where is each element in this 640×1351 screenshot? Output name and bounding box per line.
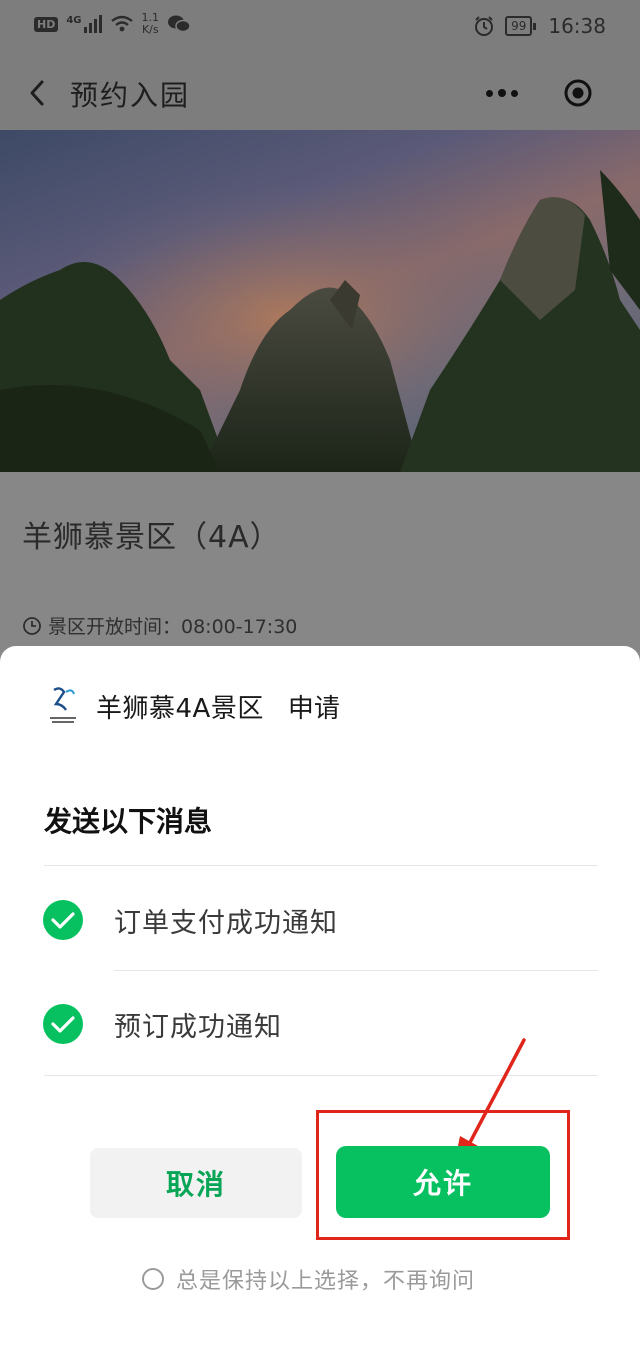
check-circle-icon[interactable]: [42, 1003, 84, 1045]
nav-bar: 预约入园: [0, 56, 640, 130]
scenic-banner-image: [0, 130, 640, 472]
page-body: 羊狮慕景区（4A） 景区开放时间：08:00-17:30: [0, 472, 640, 651]
radio-icon[interactable]: [142, 1268, 164, 1290]
scenic-title: 羊狮慕景区（4A）: [22, 520, 281, 555]
message-label: 预订成功通知: [114, 1011, 282, 1043]
message-option-payment[interactable]: 订单支付成功通知: [42, 899, 338, 941]
check-circle-icon[interactable]: [42, 899, 84, 941]
page-title: 预约入园: [70, 79, 191, 112]
hd-badge: HD: [34, 16, 59, 32]
clock-icon: [23, 616, 41, 635]
mountain-landscape: [0, 130, 640, 472]
status-left: HD 4G 1.1 K/s: [34, 12, 191, 36]
more-icon[interactable]: [464, 70, 540, 116]
app-name: 羊狮慕4A景区: [96, 693, 264, 724]
app-action: 申请: [287, 693, 340, 724]
message-label: 订单支付成功通知: [114, 907, 338, 939]
clock-time: 16:38: [548, 14, 606, 38]
back-icon[interactable]: [24, 76, 52, 110]
network-type: 4G: [66, 14, 82, 26]
sheet-header: 羊狮慕4A景区 申请: [44, 682, 340, 730]
wifi-icon: [110, 15, 133, 32]
divider: [114, 970, 598, 971]
divider: [44, 865, 598, 866]
wechat-icon: [168, 15, 191, 33]
network-speed: 1.1 K/s: [142, 12, 160, 36]
cancel-button[interactable]: 取消: [90, 1148, 302, 1218]
send-messages-title: 发送以下消息: [44, 805, 213, 838]
message-option-booking[interactable]: 预订成功通知: [42, 1003, 282, 1045]
app-logo-icon: [44, 682, 82, 730]
opening-hours-label: 景区开放时间：08:00-17:30: [48, 616, 298, 638]
remember-choice-option[interactable]: 总是保持以上选择，不再询问: [142, 1263, 475, 1295]
annotation-highlight-box: [316, 1110, 570, 1240]
menu-capsule: [464, 70, 616, 116]
opening-hours: 景区开放时间：08:00-17:30: [22, 612, 297, 639]
subscribe-message-sheet: 羊狮慕4A景区 申请 发送以下消息 订单支付成功通知 预订成功通知 取消 允许 …: [0, 646, 640, 1351]
remember-choice-label: 总是保持以上选择，不再询问: [176, 1269, 476, 1294]
close-miniprogram-icon[interactable]: [540, 70, 616, 116]
speed-unit: K/s: [141, 23, 159, 36]
signal-icon: [83, 15, 102, 33]
status-right: 99 16:38: [473, 14, 606, 38]
battery-icon: 99: [505, 16, 537, 36]
status-bar: HD 4G 1.1 K/s 99 16:38: [0, 0, 640, 56]
alarm-icon: [475, 16, 494, 36]
